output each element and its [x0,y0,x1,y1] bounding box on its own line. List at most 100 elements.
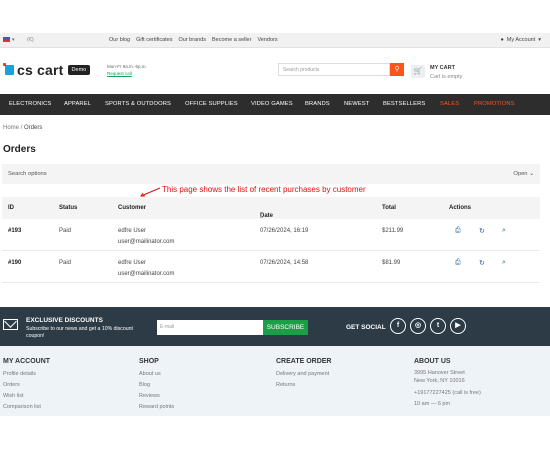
order-customer: edfre User user@mailinator.com [118,228,175,245]
footer-link[interactable]: Reviews [139,391,174,402]
account-label: My Account [506,37,536,43]
footer-column-my-account: MY ACCOUNT Profile details Orders Wish l… [3,358,50,413]
footer-column-about-us: ABOUT US 3995 Hanover Street New York, N… [414,358,481,410]
request-call-link[interactable]: Request call [107,70,147,77]
cart-title: MY CART [430,65,455,71]
reorder-icon[interactable]: ↻ [479,227,485,235]
print-icon[interactable]: ⎙ [455,227,461,235]
envelope-icon [3,319,18,330]
annotation-text: This page shows the list of recent purch… [162,185,366,194]
footer-heading: SHOP [139,358,159,365]
footer-link[interactable]: Blog [139,380,174,391]
order-total: $211.99 [382,228,404,234]
breadcrumb-separator: / [20,125,23,131]
order-total: $81.99 [382,260,401,266]
breadcrumb: Home / Orders [3,125,42,131]
logo-icon [3,63,14,75]
nav-item-brands[interactable]: BRANDS [305,101,330,107]
account-menu[interactable]: ● My Account ▾ [500,37,541,43]
footer-link[interactable]: Reward points [139,402,174,413]
footer-heading: MY ACCOUNT [3,358,51,365]
footer-link[interactable]: Comparison list [3,402,50,413]
promo-description: Subscribe to our news and get a 10% disc… [26,326,133,339]
search-options-label: Search options [8,171,47,177]
cart-summary[interactable]: MY CART Cart is empty [430,64,462,82]
footer-address: 3995 Hanover Street [414,370,465,376]
header-actions: Actions [449,205,472,211]
twitter-icon[interactable]: t [430,318,446,334]
footer-heading: ABOUT US [414,358,451,365]
cart-status: Cart is empty [430,74,463,80]
business-hours: Mon-Fr 9a.m.-6p.m. [107,64,147,69]
footer-link[interactable]: Delivery and payment [276,369,331,380]
top-link-brands[interactable]: Our brands [178,37,206,43]
promo-heading: EXCLUSIVE DISCOUNTS [26,317,103,324]
social-label: GET SOCIAL [346,324,386,331]
footer-heading: CREATE ORDER [276,358,332,365]
email-field[interactable]: E-mail [157,320,263,335]
nav-item-video-games[interactable]: VIDEO GAMES [251,101,293,107]
breadcrumb-home[interactable]: Home [3,125,19,131]
nav-item-newest[interactable]: NEWEST [344,101,369,107]
top-link-become-seller[interactable]: Become a seller [212,37,251,43]
top-link-vendors[interactable]: Vendors [257,37,277,43]
search-options-toggle[interactable]: Open ⌄ [513,171,534,177]
search-button[interactable]: ⚲ [390,63,404,76]
instagram-icon[interactable]: ◎ [410,318,426,334]
order-id[interactable]: #190 [8,258,21,269]
search-input[interactable]: Search products [278,63,390,76]
facebook-icon[interactable]: f [390,318,406,334]
nav-item-promotions[interactable]: PROMOTIONS [474,101,515,107]
top-bar: ▾ (€) Our blog Gift certificates Our bra… [0,33,550,48]
app-frame: ▾ (€) Our blog Gift certificates Our bra… [0,33,550,416]
nav-item-office-supplies[interactable]: OFFICE SUPPLIES [185,101,238,107]
subscribe-button[interactable]: SUBSCRIBE [263,320,308,335]
footer-column-shop: SHOP About us Blog Reviews Reward points [139,358,174,413]
footer: MY ACCOUNT Profile details Orders Wish l… [0,346,550,416]
search-options-bar[interactable]: Search options Open ⌄ [2,164,540,184]
flag-icon[interactable] [3,37,10,42]
footer-phone[interactable]: +19177227425 (call is free) [414,388,481,399]
footer-hours: 10 am — 6 pm [414,401,451,407]
footer-link[interactable]: Wish list [3,391,50,402]
main-nav: ELECTRONICS APPAREL SPORTS & OUTDOORS OF… [0,94,550,115]
header-id[interactable]: ID [8,205,14,211]
table-row[interactable]: #193 Paid edfre User user@mailinator.com… [2,219,540,251]
top-link-gift-certificates[interactable]: Gift certificates [136,37,172,43]
newsletter-banner: EXCLUSIVE DISCOUNTS Subscribe to our new… [0,307,550,346]
order-date: 07/26/2024, 16:19 [260,228,309,234]
top-links: Our blog Gift certificates Our brands Be… [109,37,278,43]
header-status[interactable]: Status [59,205,77,211]
chevron-down-icon: ▾ [538,37,541,43]
breadcrumb-current: Orders [24,125,43,131]
order-status: Paid [59,260,72,266]
footer-link[interactable]: About us [139,369,174,380]
top-link-blog[interactable]: Our blog [109,37,130,43]
footer-link[interactable]: Returns [276,380,331,391]
nav-item-sports-outdoors[interactable]: SPORTS & OUTDOORS [105,101,171,107]
header-customer[interactable]: Customer [118,205,146,211]
header: cs cart Demo Mon-Fr 9a.m.-6p.m. Request … [0,48,550,94]
table-row[interactable]: #190 Paid edfre User user@mailinator.com… [2,251,540,283]
view-icon[interactable]: ⌕ [502,259,506,267]
order-date: 07/26/2024, 14:58 [260,260,309,266]
print-icon[interactable]: ⎙ [455,259,461,267]
youtube-icon[interactable]: ▶ [450,318,466,334]
logo[interactable]: cs cart Demo [3,62,91,78]
reorder-icon[interactable]: ↻ [479,259,485,267]
currency-selector[interactable]: (€) [27,37,34,43]
view-icon[interactable]: ⌕ [502,227,506,235]
user-icon: ● [500,37,504,43]
nav-item-bestsellers[interactable]: BESTSELLERS [383,101,425,107]
order-id[interactable]: #193 [8,226,21,237]
nav-item-apparel[interactable]: APPAREL [64,101,91,107]
header-total[interactable]: Total [382,205,396,211]
demo-badge: Demo [67,65,91,75]
footer-link[interactable]: Profile details [3,369,50,380]
cart-icon[interactable]: 🛒 [411,65,425,78]
chevron-down-icon[interactable]: ▾ [12,37,15,43]
nav-item-sales[interactable]: SALES [440,101,459,107]
nav-item-electronics[interactable]: ELECTRONICS [9,101,51,107]
search-icon: ⚲ [394,66,400,73]
footer-link[interactable]: Orders [3,380,50,391]
